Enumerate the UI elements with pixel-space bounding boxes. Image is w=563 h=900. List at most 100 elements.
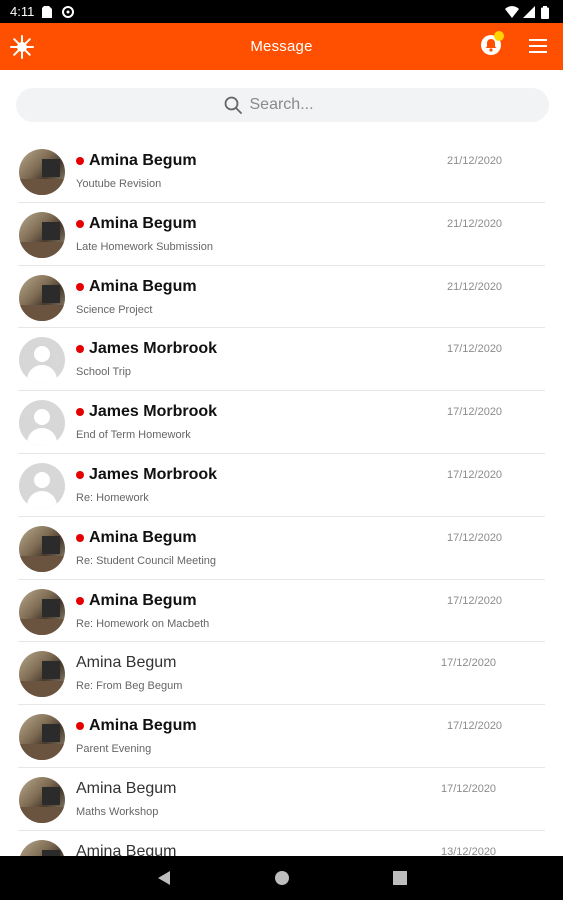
sender-line: Amina Begum [76,780,177,798]
message-date: 17/12/2020 [447,468,503,481]
message-row[interactable]: Amina Begum Parent Evening 17/12/2020 [0,705,563,768]
home-button[interactable] [273,869,291,887]
message-row[interactable]: Amina Begum Maths Workshop 17/12/2020 [0,768,563,831]
recents-button[interactable] [391,869,409,887]
message-date: 17/12/2020 [447,343,503,356]
message-row[interactable]: James Morbrook End of Term Homework 17/12/… [0,391,563,454]
sender-name: Amina Begum [76,779,177,797]
back-button[interactable] [155,869,173,887]
sender-line: James Morbrook [76,403,217,421]
sender-name: James Morbrook [89,403,218,421]
sender-name: Amina Begum [89,717,197,735]
message-subject: Re: Homework on Macbeth [76,617,210,630]
avatar [19,211,65,258]
message-row[interactable]: Amina Begum Re: Homework on Macbeth 17/12/… [0,580,563,643]
avatar [19,839,65,856]
sender-line: Amina Begum [76,654,177,672]
message-subject: Late Homework Submission [76,240,213,253]
search-icon [224,96,242,114]
message-row[interactable]: James Morbrook School Trip 17/12/2020 [0,328,563,391]
unread-dot-icon [76,157,84,165]
message-date: 21/12/2020 [447,280,503,293]
sender-line: Amina Begum [76,215,197,233]
sender-name: Amina Begum [89,277,197,295]
avatar-placeholder-icon [19,462,65,509]
sender-name: James Morbrook [89,340,218,358]
sender-name: Amina Begum [89,528,197,546]
system-navigation-bar [0,856,563,900]
unread-dot-icon [76,533,84,542]
message-date: 13/12/2020 [441,845,497,856]
sender-name: Amina Begum [89,591,197,609]
sender-line: Amina Begum [76,152,197,170]
unread-dot-icon [76,722,84,731]
message-date: 17/12/2020 [447,594,503,607]
unread-dot-icon [76,345,84,354]
avatar [19,274,65,321]
message-row[interactable]: Amina Begum Re: From Beg Begum 17/12/2020 [0,642,563,705]
avatar [19,776,65,823]
message-subject: Re: From Beg Begum [76,680,183,693]
message-subject: End of Term Homework [76,429,191,442]
message-list: Amina Begum Youtube Revision 21/12/2020 Ami… [0,140,563,856]
sender-name: Amina Begum [76,654,177,672]
message-row[interactable]: Amina Begum 13/12/2020 [0,831,563,856]
sender-line: Amina Begum [76,717,197,735]
menu-button[interactable] [528,36,548,56]
notification-badge [494,31,504,41]
message-subject: School Trip [76,366,132,379]
avatar [19,149,65,195]
hamburger-menu-icon [529,39,547,53]
unread-dot-icon [76,282,84,291]
message-subject: Youtube Revision [76,178,162,190]
status-time: 4:11 [10,4,35,19]
home-circle-icon [274,871,289,885]
search-input[interactable] [247,95,342,115]
avatar-placeholder-icon [19,337,65,384]
message-row[interactable]: Amina Begum Youtube Revision 21/12/2020 [0,140,563,203]
battery-icon [541,5,553,19]
app-bar: Message [0,23,563,70]
sender-line: Amina Begum [76,592,197,610]
message-date: 21/12/2020 [447,155,503,167]
unread-dot-icon [76,470,84,479]
message-subject: Re: Student Council Meeting [76,554,217,567]
avatar [19,525,65,572]
recents-square-icon [392,871,407,885]
school-logo-icon[interactable] [10,35,34,59]
message-subject: Re: Homework [76,491,149,504]
message-subject: Science Project [76,303,153,316]
message-row[interactable]: Amina Begum Late Homework Submission 21/12… [0,203,563,266]
status-bar: 4:11 [0,0,563,23]
avatar [19,714,65,761]
sender-name: Amina Begum [76,842,177,856]
unread-dot-icon [76,219,84,228]
sync-icon [62,5,75,18]
cellular-signal-icon [523,5,535,18]
message-row[interactable]: James Morbrook Re: Homework 17/12/2020 [0,454,563,517]
avatar-placeholder-icon [19,400,65,447]
back-triangle-icon [157,871,170,885]
sender-line: Amina Begum [76,529,197,547]
avatar [19,651,65,698]
notifications-button[interactable] [480,31,504,58]
message-row[interactable]: Amina Begum Re: Student Council Meeting 17… [0,517,563,580]
sender-line: Amina Begum [76,843,177,856]
page-title: Message [250,38,313,55]
avatar [19,588,65,635]
message-date: 17/12/2020 [447,720,503,733]
sender-name: James Morbrook [89,465,218,483]
message-date: 17/12/2020 [447,531,503,544]
message-date: 17/12/2020 [441,657,497,670]
sender-line: Amina Begum [76,278,197,296]
sender-name: Amina Begum [89,152,197,169]
unread-dot-icon [76,408,84,417]
unread-dot-icon [76,596,84,605]
message-subject: Parent Evening [76,743,152,756]
message-date: 17/12/2020 [447,406,503,419]
message-row[interactable]: Amina Begum Science Project 21/12/2020 [0,266,563,329]
sim-card-icon [42,5,54,18]
sender-line: James Morbrook [76,466,217,484]
sender-line: James Morbrook [76,340,217,358]
search-bar[interactable] [16,88,549,122]
